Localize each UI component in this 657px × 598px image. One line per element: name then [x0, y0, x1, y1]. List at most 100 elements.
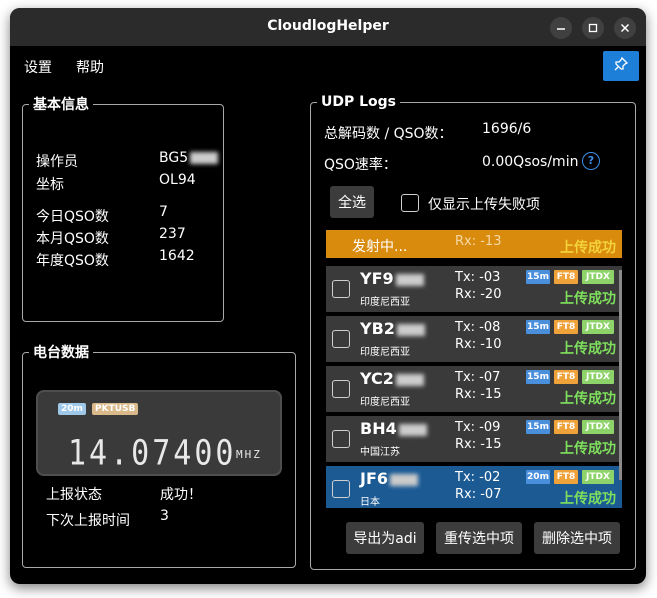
callsign-text: JF6 — [360, 469, 389, 488]
band-tag: 20m — [58, 403, 86, 415]
pin-icon — [613, 56, 629, 76]
callsign: BH4 — [360, 419, 427, 438]
upload-status: 上传成功 — [560, 441, 616, 457]
operator-label: 操作员 — [36, 154, 78, 170]
report-status-label: 上报状态 — [46, 487, 102, 503]
transmitting-text: 发射中... — [352, 239, 408, 255]
qso-list: 发射中... Rx: -13 上传成功 YF9 印度尼西亚 Tx: -03 Rx… — [326, 230, 622, 508]
list-item[interactable]: BH4 中国江苏 Tx: -09 Rx: -15 15m FT8 JTDX 上传… — [326, 416, 622, 462]
only-failed-checkbox[interactable] — [401, 194, 419, 212]
callsign: JF6 — [360, 469, 419, 488]
callsign: YB2 — [360, 319, 425, 338]
rx-report: Rx: -15 — [455, 437, 502, 452]
list-item[interactable]: YB2 印度尼西亚 Tx: -08 Rx: -10 15m FT8 JTDX 上… — [326, 316, 622, 362]
mode-badge: FT8 — [554, 370, 578, 384]
row-checkbox[interactable] — [332, 330, 350, 348]
upload-status: 上传成功 — [560, 341, 616, 357]
today-qso-label: 今日QSO数 — [36, 209, 109, 225]
rx-report: Rx: -15 — [455, 387, 502, 402]
band-badge: 15m — [526, 420, 550, 434]
frequency-display: 20m PKTUSB 14.07400 MHZ — [36, 390, 282, 476]
rx-report: Rx: -07 — [455, 487, 502, 502]
frequency-unit: MHZ — [236, 448, 262, 461]
country: 印度尼西亚 — [360, 347, 410, 358]
tx-report: Tx: -09 — [455, 420, 501, 435]
upload-status: 上传成功 — [560, 291, 616, 307]
app-badge: JTDX — [582, 370, 614, 384]
list-scrollbar[interactable] — [619, 270, 622, 480]
app-badge: JTDX — [582, 270, 614, 284]
frequency-value: 14.07400 — [68, 433, 237, 474]
redacted-mark — [398, 423, 427, 436]
close-icon[interactable] — [614, 17, 636, 39]
app-badge: JTDX — [582, 320, 614, 334]
upload-status: 上传成功 — [560, 391, 616, 407]
list-item[interactable]: JF6 日本 Tx: -02 Rx: -07 20m FT8 JTDX 上传成功 — [326, 466, 622, 508]
retry-selected-button[interactable]: 重传选中项 — [436, 522, 522, 554]
callsign: YF9 — [360, 269, 424, 288]
menu-settings[interactable]: 设置 — [24, 57, 52, 77]
list-item[interactable]: YF9 印度尼西亚 Tx: -03 Rx: -20 15m FT8 JTDX 上… — [326, 266, 622, 312]
transmitting-row: 发射中... Rx: -13 上传成功 — [326, 230, 622, 258]
year-qso-label: 年度QSO数 — [36, 253, 109, 269]
redacted-mark — [190, 152, 219, 164]
grid-value: OL94 — [159, 172, 196, 188]
qso-rate-value: 0.00Qsos/min — [482, 154, 579, 170]
row-checkbox[interactable] — [332, 280, 350, 298]
callsign: YC2 — [360, 369, 424, 388]
transmitting-status: 上传成功 — [560, 240, 616, 256]
qso-rate-label: QSO速率： — [324, 157, 397, 173]
pin-button[interactable] — [603, 51, 639, 81]
menu-bar: 设置 帮助 — [10, 46, 646, 84]
country: 日本 — [360, 497, 380, 508]
operator-callsign: BG5 — [159, 150, 189, 166]
maximize-icon[interactable] — [582, 17, 604, 39]
decode-count-label: 总解码数 / QSO数： — [324, 126, 453, 142]
row-checkbox[interactable] — [332, 430, 350, 448]
only-failed-label: 仅显示上传失败项 — [428, 197, 540, 213]
minimize-icon[interactable] — [550, 17, 572, 39]
list-item[interactable]: YC2 印度尼西亚 Tx: -07 Rx: -15 15m FT8 JTDX 上… — [326, 366, 622, 412]
redacted-mark — [390, 473, 419, 486]
delete-selected-button[interactable]: 删除选中项 — [534, 522, 620, 554]
tx-report: Tx: -02 — [455, 470, 501, 485]
year-qso-value: 1642 — [159, 248, 195, 264]
transmitting-rx: Rx: -13 — [455, 234, 502, 249]
operator-value: BG5 — [159, 150, 219, 166]
mode-badge: FT8 — [554, 320, 578, 334]
redacted-mark — [395, 273, 424, 286]
callsign-text: YF9 — [360, 269, 394, 288]
next-report-label: 下次上报时间 — [46, 513, 130, 529]
month-qso-value: 237 — [159, 226, 186, 242]
band-badge: 15m — [526, 270, 550, 284]
tx-report: Tx: -07 — [455, 370, 501, 385]
band-badge: 20m — [526, 470, 550, 484]
mode-badge: FT8 — [554, 470, 578, 484]
title-bar: CloudlogHelper — [10, 8, 646, 46]
callsign-text: YC2 — [360, 369, 394, 388]
grid-label: 坐标 — [36, 177, 64, 193]
row-checkbox[interactable] — [332, 380, 350, 398]
tx-report: Tx: -08 — [455, 320, 501, 335]
select-all-button[interactable]: 全选 — [330, 186, 374, 218]
redacted-mark — [395, 373, 424, 386]
mode-badge: FT8 — [554, 420, 578, 434]
country: 印度尼西亚 — [360, 297, 410, 308]
decode-count-value: 1696/6 — [482, 121, 532, 137]
redacted-mark — [396, 323, 425, 336]
next-report-value: 3 — [160, 508, 169, 524]
main-window: CloudlogHelper 设置 帮助 基本信息 操作员 BG5 坐标 OL9… — [10, 8, 646, 584]
today-qso-value: 7 — [159, 204, 168, 220]
country: 中国江苏 — [360, 447, 400, 458]
row-checkbox[interactable] — [332, 480, 350, 498]
export-adi-button[interactable]: 导出为adi — [346, 522, 424, 554]
menu-help[interactable]: 帮助 — [76, 57, 104, 77]
upload-status: 上传成功 — [560, 491, 616, 507]
app-badge: JTDX — [582, 470, 614, 484]
band-badge: 15m — [526, 370, 550, 384]
help-icon[interactable]: ? — [582, 152, 600, 170]
month-qso-label: 本月QSO数 — [36, 231, 109, 247]
tx-report: Tx: -03 — [455, 270, 501, 285]
mode-tag: PKTUSB — [92, 403, 139, 415]
country: 印度尼西亚 — [360, 397, 410, 408]
